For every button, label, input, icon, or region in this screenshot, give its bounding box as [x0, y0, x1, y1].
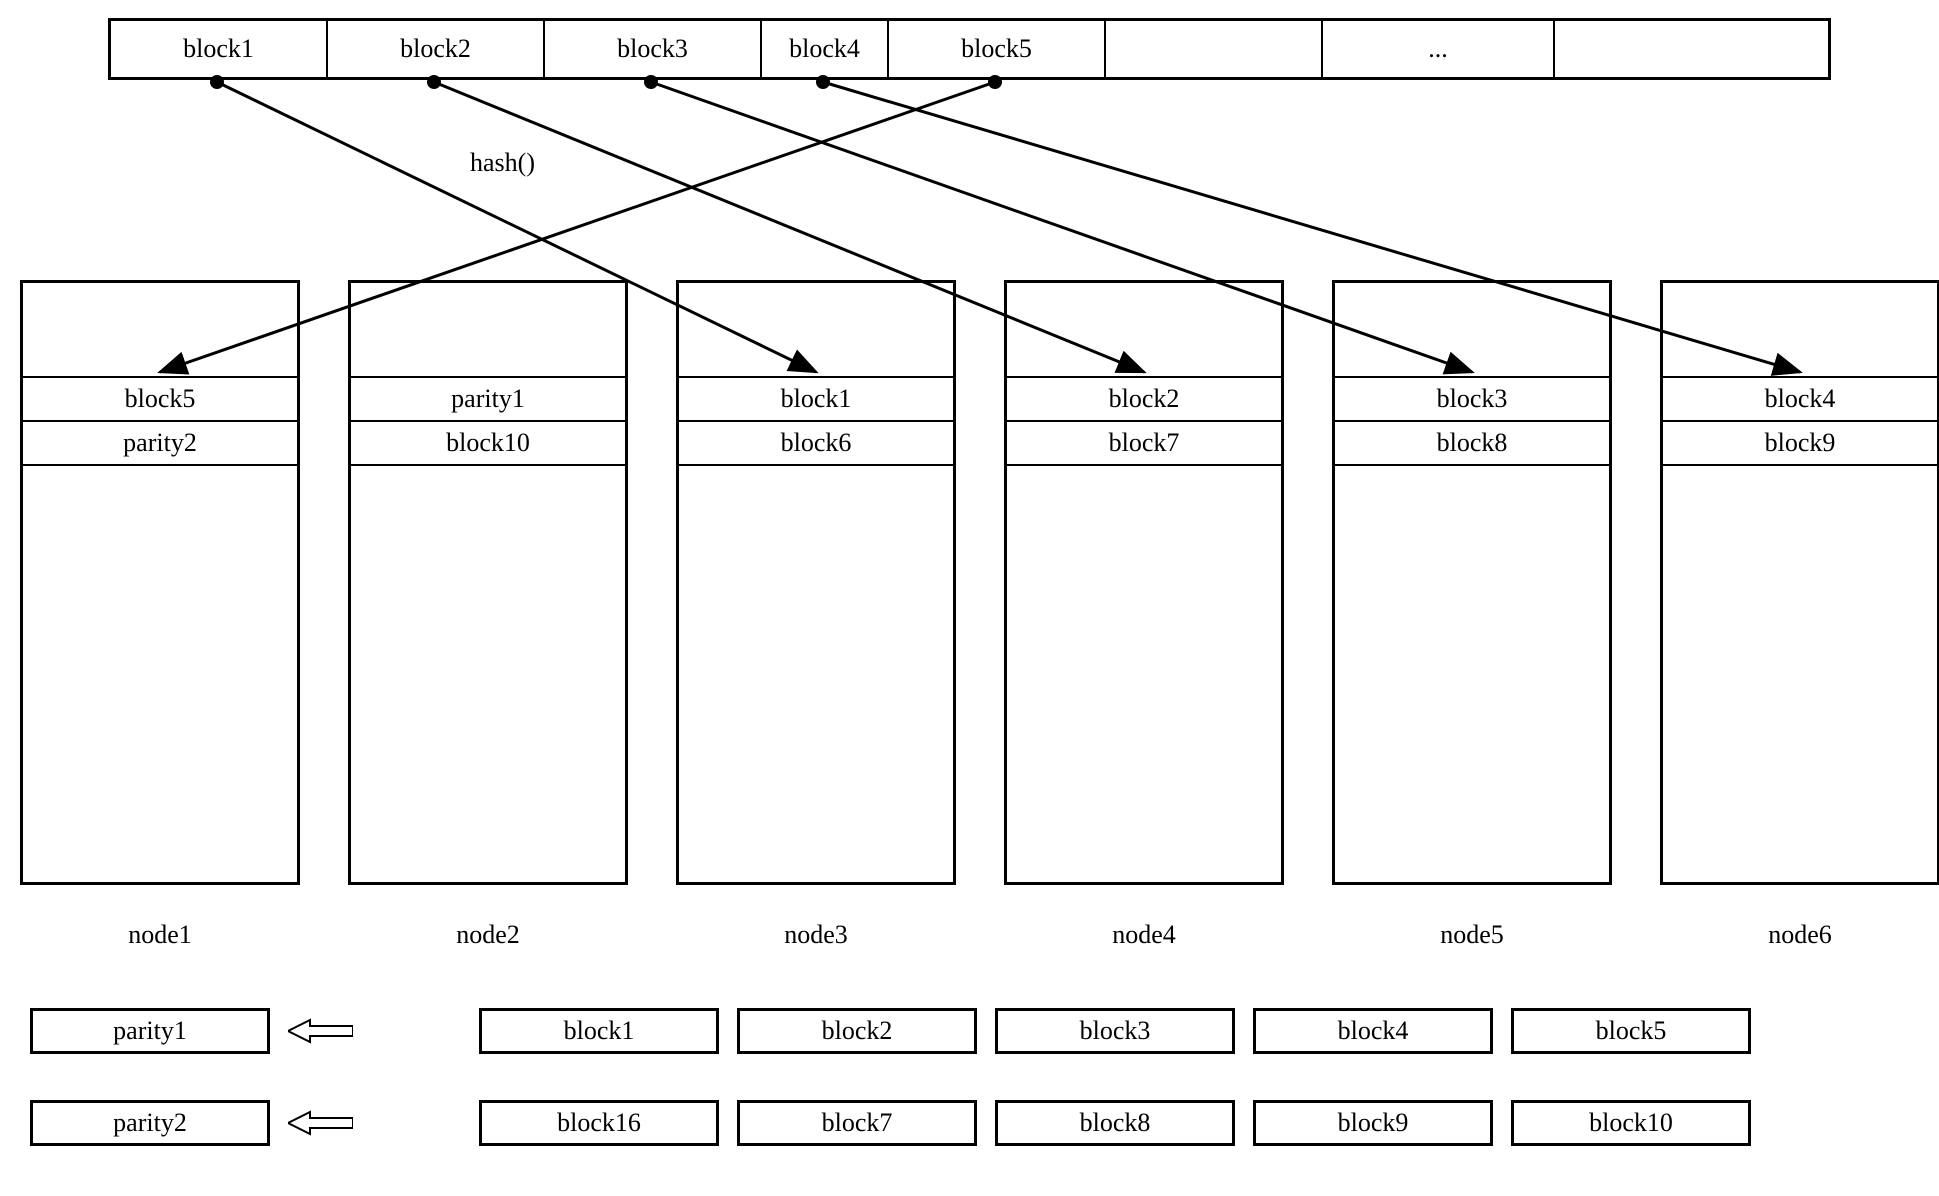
node-slot: parity2 [23, 422, 297, 466]
block-cell-3: block3 [545, 21, 762, 77]
arrow-left-icon [288, 1110, 353, 1136]
parity-result-box: parity2 [30, 1100, 270, 1146]
parity-row-1: parity1 block1 block2 block3 block4 bloc… [30, 1008, 1909, 1054]
node-label-3: node3 [676, 920, 956, 950]
node-label-2: node2 [348, 920, 628, 950]
node-slot: block2 [1007, 378, 1281, 422]
parity-block-box: block2 [737, 1008, 977, 1054]
diagram-container: block1 block2 block3 block4 block5 ... h… [0, 0, 1939, 1196]
block-cell-tail [1555, 21, 1828, 77]
node-slot: block8 [1335, 422, 1609, 466]
node-slot: parity1 [351, 378, 625, 422]
node-col-3: block1 block6 [676, 280, 956, 885]
node-slot: block3 [1335, 378, 1609, 422]
node-label-4: node4 [1004, 920, 1284, 950]
node-label-5: node5 [1332, 920, 1612, 950]
node-col-6: block4 block9 [1660, 280, 1939, 885]
node-header [351, 283, 625, 378]
hash-label: hash() [470, 148, 535, 178]
block-row: block1 block2 block3 block4 block5 ... [108, 18, 1831, 80]
node-slot: block5 [23, 378, 297, 422]
block-cell-5: block5 [889, 21, 1106, 77]
parity-row-2: parity2 block16 block7 block8 block9 blo… [30, 1100, 1909, 1146]
node-col-2: parity1 block10 [348, 280, 628, 885]
node-header [679, 283, 953, 378]
node-label-6: node6 [1660, 920, 1939, 950]
node-slot: block1 [679, 378, 953, 422]
node-header [1335, 283, 1609, 378]
node-slot: block9 [1663, 422, 1937, 466]
parity-block-box: block16 [479, 1100, 719, 1146]
node-header [1663, 283, 1937, 378]
parity-result-box: parity1 [30, 1008, 270, 1054]
block-cell-2: block2 [328, 21, 545, 77]
arrow-left-icon [288, 1018, 353, 1044]
node-slot: block7 [1007, 422, 1281, 466]
node-col-4: block2 block7 [1004, 280, 1284, 885]
parity-block-box: block3 [995, 1008, 1235, 1054]
block-cell-ellipsis: ... [1323, 21, 1555, 77]
node-slot: block6 [679, 422, 953, 466]
parity-block-box: block4 [1253, 1008, 1493, 1054]
parity-block-box: block9 [1253, 1100, 1493, 1146]
block-cell-4: block4 [762, 21, 889, 77]
node-header [1007, 283, 1281, 378]
node-slot: block4 [1663, 378, 1937, 422]
node-col-1: block5 parity2 [20, 280, 300, 885]
block-cell-empty [1106, 21, 1323, 77]
node-header [23, 283, 297, 378]
parity-block-box: block5 [1511, 1008, 1751, 1054]
node-slot: block10 [351, 422, 625, 466]
node-col-5: block3 block8 [1332, 280, 1612, 885]
block-cell-1: block1 [111, 21, 328, 77]
node-label-1: node1 [20, 920, 300, 950]
parity-block-box: block10 [1511, 1100, 1751, 1146]
parity-block-box: block8 [995, 1100, 1235, 1146]
parity-block-box: block7 [737, 1100, 977, 1146]
parity-block-box: block1 [479, 1008, 719, 1054]
